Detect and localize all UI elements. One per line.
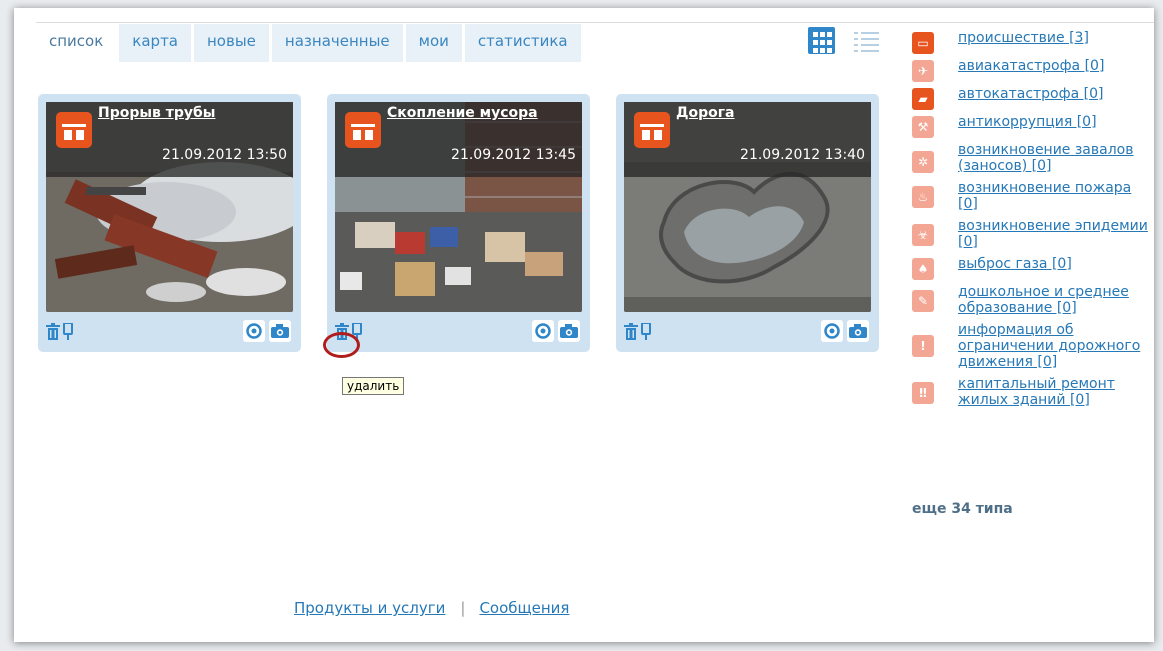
tab-mine[interactable]: мои xyxy=(405,24,462,62)
tab-new[interactable]: новые xyxy=(194,24,269,62)
category-link[interactable]: информация об ограничении дорожного движ… xyxy=(958,322,1149,370)
grid-view-icon[interactable] xyxy=(808,27,835,54)
issue-date: 21.09.2012 13:40 xyxy=(740,147,865,163)
footer-products-link[interactable]: Продукты и услуги xyxy=(294,599,445,617)
more-types-link[interactable]: еще 34 типа xyxy=(912,501,1013,517)
incident-icon: ▭ xyxy=(912,32,934,54)
building-repair-icon: ‼ xyxy=(912,382,934,404)
issue-date: 21.09.2012 13:50 xyxy=(162,147,287,163)
fire-icon: ♨ xyxy=(912,186,934,208)
trash-icon[interactable] xyxy=(46,323,60,340)
tab-list[interactable]: список xyxy=(36,24,117,62)
target-icon[interactable] xyxy=(243,320,265,342)
delete-highlight-ring xyxy=(323,332,360,358)
target-icon[interactable] xyxy=(821,320,843,342)
list-view-icon[interactable] xyxy=(854,30,879,54)
top-divider xyxy=(36,22,1154,23)
issue-title-link[interactable]: Скопление мусора xyxy=(387,105,538,121)
camera-icon[interactable] xyxy=(847,320,869,342)
tab-map[interactable]: карта xyxy=(119,24,191,62)
issue-title-link[interactable]: Дорога xyxy=(676,105,735,121)
category-link[interactable]: выброс газа [0] xyxy=(958,256,1149,272)
biohazard-icon: ☣ xyxy=(912,224,934,246)
category-item: ✲ возникновение завалов (заносов) [0] xyxy=(909,142,1149,174)
category-item: ♨ возникновение пожара [0] xyxy=(909,180,1149,212)
tab-bar: список карта новые назначенные мои стати… xyxy=(36,24,584,62)
category-link[interactable]: антикоррупция [0] xyxy=(958,114,1149,130)
plane-crash-icon: ✈ xyxy=(912,60,934,82)
car-crash-icon: ▰ xyxy=(912,88,934,110)
camera-icon[interactable] xyxy=(269,320,291,342)
category-sidebar: ▭ происшествие [3] ✈ авиакатастрофа [0] … xyxy=(909,30,1149,414)
category-item: ♠ выброс газа [0] xyxy=(909,256,1149,280)
category-link[interactable]: возникновение эпидемии [0] xyxy=(958,218,1149,250)
category-item: ▭ происшествие [3] xyxy=(909,30,1149,54)
category-item: ☣ возникновение эпидемии [0] xyxy=(909,218,1149,250)
issue-date: 21.09.2012 13:45 xyxy=(451,147,576,163)
category-link[interactable]: капитальный ремонт жилых зданий [0] xyxy=(958,376,1149,408)
pin-icon[interactable] xyxy=(641,323,651,340)
incident-icon xyxy=(345,112,381,148)
category-item: ✎ дошкольное и среднее образование [0] xyxy=(909,284,1149,316)
delete-tooltip: удалить xyxy=(342,377,405,395)
issue-card[interactable]: Дорога 21.09.2012 13:40 xyxy=(616,94,879,352)
category-item: ⚒ антикоррупция [0] xyxy=(909,114,1149,138)
category-item: ✈ авиакатастрофа [0] xyxy=(909,58,1149,82)
blockage-icon: ✲ xyxy=(912,151,934,173)
category-link[interactable]: автокатастрофа [0] xyxy=(958,86,1149,102)
category-item: ‼ капитальный ремонт жилых зданий [0] xyxy=(909,376,1149,408)
footer-messages-link[interactable]: Сообщения xyxy=(479,599,569,617)
footer: Продукты и услуги | Сообщения xyxy=(294,599,569,617)
education-icon: ✎ xyxy=(912,290,934,312)
issue-title-link[interactable]: Прорыв трубы xyxy=(98,105,215,121)
category-item: ▰ автокатастрофа [0] xyxy=(909,86,1149,110)
pin-icon[interactable] xyxy=(63,323,73,340)
incident-icon xyxy=(634,112,670,148)
tab-statistics[interactable]: статистика xyxy=(464,24,581,62)
category-item: ! информация об ограничении дорожного дв… xyxy=(909,322,1149,370)
category-link[interactable]: авиакатастрофа [0] xyxy=(958,58,1149,74)
target-icon[interactable] xyxy=(532,320,554,342)
category-link[interactable]: дошкольное и среднее образование [0] xyxy=(958,284,1149,316)
category-link[interactable]: возникновение завалов (заносов) [0] xyxy=(958,142,1149,174)
footer-separator: | xyxy=(460,599,466,617)
category-link[interactable]: возникновение пожара [0] xyxy=(958,180,1149,212)
traffic-restriction-icon: ! xyxy=(912,335,934,357)
gas-icon: ♠ xyxy=(912,258,934,280)
trash-icon[interactable] xyxy=(624,323,638,340)
incident-icon xyxy=(56,112,92,148)
category-link[interactable]: происшествие [3] xyxy=(958,30,1149,46)
gavel-icon: ⚒ xyxy=(912,116,934,138)
issue-card[interactable]: Прорыв трубы 21.09.2012 13:50 xyxy=(38,94,301,352)
tab-assigned[interactable]: назначенные xyxy=(271,24,403,62)
issue-card[interactable]: Скопление мусора 21.09.2012 13:45 xyxy=(327,94,590,352)
camera-icon[interactable] xyxy=(558,320,580,342)
